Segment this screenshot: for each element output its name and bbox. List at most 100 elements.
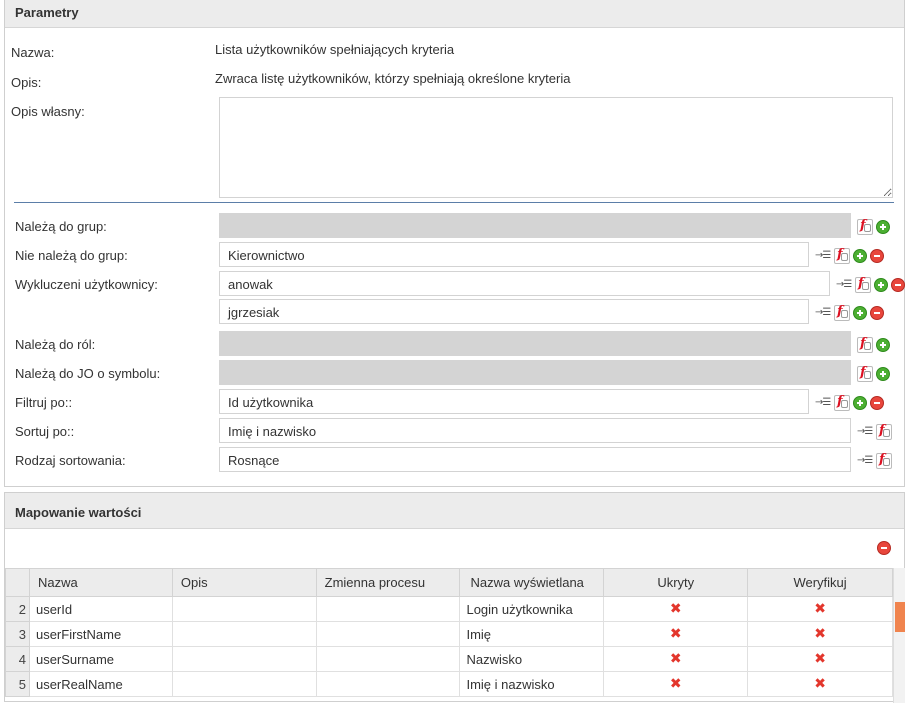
col-wyswietlana[interactable]: Nazwa wyświetlana — [459, 568, 605, 597]
remove-icon[interactable] — [870, 306, 884, 320]
rodzaj-field[interactable]: Rosnące — [219, 447, 851, 472]
function-icon[interactable] — [857, 218, 873, 235]
naleza-grup-actions — [857, 218, 890, 236]
row-number: 3 — [5, 621, 30, 647]
cell-wyswietlana[interactable]: Login użytkownika — [459, 596, 605, 622]
mapping-table: Nazwa Opis Zmienna procesu Nazwa wyświet… — [5, 568, 893, 697]
opis-wlasny-textarea[interactable] — [219, 97, 893, 198]
cell-opis[interactable] — [171, 671, 317, 697]
list-icon[interactable]: →☰ — [836, 277, 852, 293]
list-icon[interactable]: →☰ — [815, 248, 831, 264]
nie-naleza-grup-field[interactable]: Kierownictwo — [219, 242, 809, 267]
naleza-rol-field[interactable] — [219, 331, 851, 356]
function-icon[interactable] — [834, 247, 850, 264]
parameters-title: Parametry — [5, 0, 904, 28]
wykluczeni-1-actions: →☰ — [836, 276, 905, 294]
add-icon[interactable] — [876, 338, 890, 352]
nazwa-label: Nazwa: — [11, 45, 55, 60]
list-icon[interactable]: →☰ — [857, 453, 873, 469]
col-weryfikuj[interactable]: Weryfikuj — [747, 568, 893, 597]
mapping-toolbar — [5, 529, 904, 567]
cell-weryfikuj[interactable]: ✖ — [747, 671, 893, 697]
cross-icon: ✖ — [814, 676, 826, 692]
cell-weryfikuj[interactable]: ✖ — [747, 596, 893, 622]
function-icon[interactable] — [855, 276, 871, 293]
row-number: 4 — [5, 646, 30, 672]
nie-naleza-grup-label: Nie należą do grup: — [15, 248, 128, 263]
cell-nazwa[interactable]: userRealName — [28, 671, 173, 697]
cell-zmienna[interactable] — [315, 646, 461, 672]
table-header-row: Nazwa Opis Zmienna procesu Nazwa wyświet… — [5, 568, 893, 597]
function-icon[interactable] — [857, 336, 873, 353]
cell-zmienna[interactable] — [315, 621, 461, 647]
naleza-grup-field[interactable] — [219, 213, 851, 238]
cell-nazwa[interactable]: userFirstName — [28, 621, 173, 647]
cell-wyswietlana[interactable]: Imię i nazwisko — [459, 671, 605, 697]
list-icon[interactable]: →☰ — [815, 305, 831, 321]
wykluczeni-field-2[interactable]: jgrzesiak — [219, 299, 809, 324]
table-scrollbar[interactable] — [893, 568, 905, 703]
function-icon[interactable] — [834, 394, 850, 411]
mapping-title: Mapowanie wartości — [5, 493, 904, 529]
rodzaj-label: Rodzaj sortowania: — [15, 453, 126, 468]
sortuj-label: Sortuj po:: — [15, 424, 75, 439]
naleza-jo-field[interactable] — [219, 360, 851, 385]
add-icon[interactable] — [853, 396, 867, 410]
list-icon[interactable]: →☰ — [857, 424, 873, 440]
add-icon[interactable] — [876, 220, 890, 234]
cell-wyswietlana[interactable]: Nazwisko — [459, 646, 605, 672]
col-zmienna[interactable]: Zmienna procesu — [315, 568, 461, 597]
wykluczeni-2-actions: →☰ — [815, 304, 884, 322]
function-icon[interactable] — [876, 452, 892, 469]
cell-opis[interactable] — [171, 596, 317, 622]
filtruj-label: Filtruj po:: — [15, 395, 73, 410]
function-icon[interactable] — [876, 423, 892, 440]
cross-icon: ✖ — [669, 601, 682, 617]
cell-opis[interactable] — [171, 621, 317, 647]
table-row[interactable]: 3 userFirstName Imię ✖ ✖ — [5, 621, 893, 647]
remove-row-icon[interactable] — [877, 541, 891, 555]
add-icon[interactable] — [853, 306, 867, 320]
remove-icon[interactable] — [870, 249, 884, 263]
col-ukryty[interactable]: Ukryty — [603, 568, 749, 597]
cell-weryfikuj[interactable]: ✖ — [747, 621, 893, 647]
opis-label: Opis: — [11, 75, 42, 90]
naleza-grup-label: Należą do grup: — [15, 219, 107, 234]
filtruj-field[interactable]: Id użytkownika — [219, 389, 809, 414]
cross-icon: ✖ — [814, 626, 826, 642]
sortuj-field[interactable]: Imię i nazwisko — [219, 418, 851, 443]
opis-wlasny-label: Opis własny: — [11, 104, 85, 119]
cross-icon: ✖ — [669, 626, 682, 642]
remove-icon[interactable] — [870, 396, 884, 410]
row-number: 5 — [5, 671, 30, 697]
function-icon[interactable] — [857, 365, 873, 382]
cell-weryfikuj[interactable]: ✖ — [747, 646, 893, 672]
col-opis[interactable]: Opis — [171, 568, 317, 597]
wykluczeni-field-1[interactable]: anowak — [219, 271, 830, 296]
table-row[interactable]: 2 userId Login użytkownika ✖ ✖ — [5, 596, 893, 622]
table-row[interactable]: 4 userSurname Nazwisko ✖ ✖ — [5, 646, 893, 672]
scrollbar-thumb[interactable] — [895, 602, 905, 632]
function-icon[interactable] — [834, 304, 850, 321]
remove-icon[interactable] — [891, 278, 905, 292]
filtruj-actions: →☰ — [815, 394, 884, 412]
cell-ukryty[interactable]: ✖ — [603, 596, 749, 622]
cell-nazwa[interactable]: userId — [28, 596, 173, 622]
list-icon[interactable]: →☰ — [815, 395, 831, 411]
add-icon[interactable] — [876, 367, 890, 381]
col-nazwa[interactable]: Nazwa — [28, 568, 173, 597]
rodzaj-actions: →☰ — [857, 452, 892, 470]
add-icon[interactable] — [874, 278, 888, 292]
cell-ukryty[interactable]: ✖ — [603, 646, 749, 672]
cell-zmienna[interactable] — [315, 671, 461, 697]
cell-ukryty[interactable]: ✖ — [603, 671, 749, 697]
table-row[interactable]: 5 userRealName Imię i nazwisko ✖ ✖ — [5, 671, 893, 697]
nazwa-value: Lista użytkowników spełniających kryteri… — [215, 42, 455, 57]
add-icon[interactable] — [853, 249, 867, 263]
cell-wyswietlana[interactable]: Imię — [459, 621, 605, 647]
cell-nazwa[interactable]: userSurname — [28, 646, 173, 672]
cell-zmienna[interactable] — [315, 596, 461, 622]
cell-opis[interactable] — [171, 646, 317, 672]
separator — [14, 202, 894, 203]
cell-ukryty[interactable]: ✖ — [603, 621, 749, 647]
